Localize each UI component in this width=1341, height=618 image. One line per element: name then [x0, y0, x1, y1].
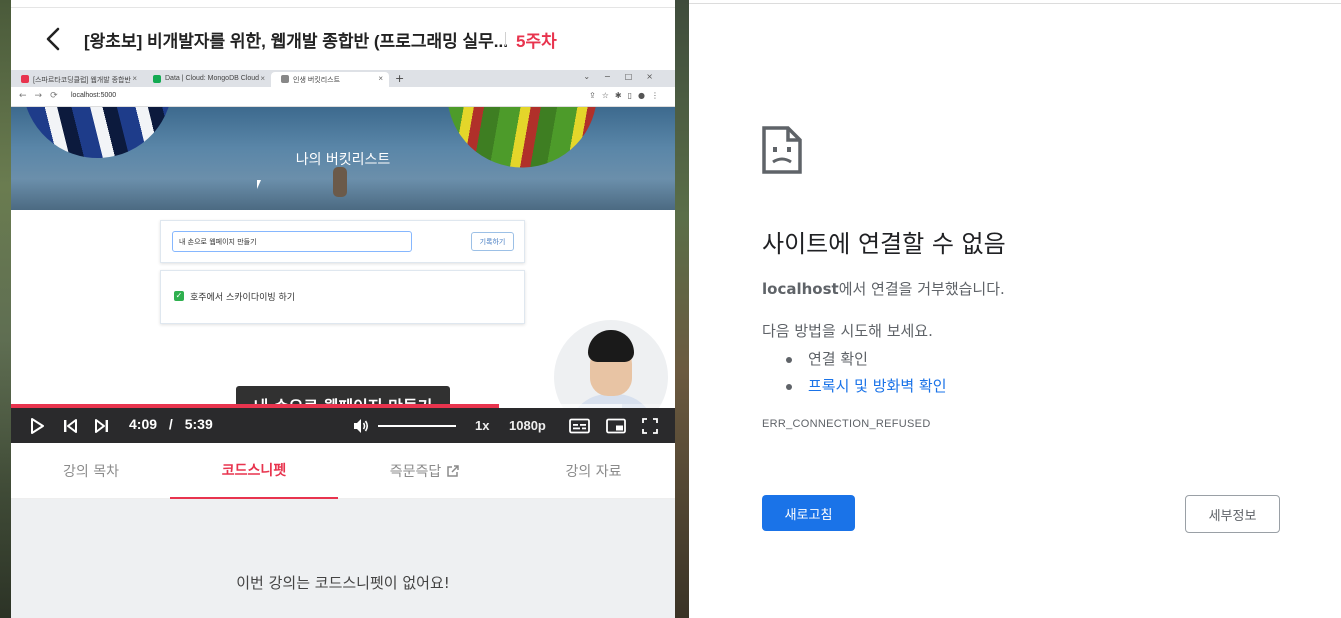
video-browser-tab-label: 인생 버킷리스트: [293, 77, 341, 84]
error-try-label: 다음 방법을 시도해 보세요.: [762, 322, 933, 340]
picture-in-picture-button[interactable]: [604, 408, 628, 443]
captions-icon: [568, 418, 590, 433]
tab-materials[interactable]: 강의 자료: [512, 443, 675, 499]
code-snippet-panel: 이번 강의는 코드스니펫이 없어요!: [11, 499, 675, 618]
error-suggestions: 연결 확인 프록시 및 방화벽 확인: [786, 346, 947, 400]
favicon-icon: [281, 75, 289, 83]
volume-icon: [354, 418, 369, 433]
lecture-header: [왕초보] 비개발자를 위한, 웹개발 종합반 (프로그래밍 실무... 5주차: [11, 8, 675, 70]
previous-button[interactable]: [59, 408, 81, 443]
volume-slider[interactable]: [378, 425, 456, 427]
video-browser-tab-label: Data | Cloud: MongoDB Cloud: [165, 75, 260, 82]
video-player[interactable]: [스파르타코딩클럽] 웹개발 종합반 × Data | Cloud: Mongo…: [11, 70, 675, 443]
back-button[interactable]: [41, 26, 67, 52]
volume-slider-fill: [378, 425, 456, 427]
playback-speed-button[interactable]: 1x: [475, 418, 489, 433]
video-browser-url: localhost:5000: [71, 92, 117, 99]
webcam-hair: [588, 330, 634, 362]
bucketlist-item: 호주에서 스카이다이빙 하기: [190, 293, 296, 303]
lecture-top-bar: [11, 0, 675, 8]
checkbox-checked-icon: ✓: [174, 291, 184, 301]
tab-table-of-contents[interactable]: 강의 목차: [11, 443, 171, 499]
skydiver-figure: [333, 167, 347, 197]
details-button[interactable]: 세부정보: [1185, 495, 1280, 533]
bucketlist-hero-title: 나의 버킷리스트: [295, 152, 391, 168]
error-host: localhost: [762, 280, 839, 298]
video-controls: 4:09 / 5:39 1x 1080p: [11, 408, 675, 443]
browser-toolbar-icons: ⇪☆✱▯●⋮: [589, 91, 665, 100]
tab-code-snippets[interactable]: 코드스니펫: [170, 443, 338, 499]
mute-button[interactable]: [350, 408, 372, 443]
lecture-tabs: 강의 목차 코드스니펫 즉문즉답 강의 자료: [11, 443, 675, 499]
new-tab-icon: +: [395, 72, 405, 85]
mouse-cursor-icon: [257, 180, 261, 189]
window-controls-icon: ⌄−□×: [583, 72, 667, 81]
tab-label: 강의 자료: [565, 464, 622, 480]
current-time: 4:09: [129, 416, 158, 432]
error-code: ERR_CONNECTION_REFUSED: [762, 418, 931, 430]
quality-button[interactable]: 1080p: [509, 418, 546, 433]
video-browser-tabstrip: [스파르타코딩클럽] 웹개발 종합반 × Data | Cloud: Mongo…: [11, 70, 675, 87]
bucketlist-list-card: ✓ 호주에서 스카이다이빙 하기: [160, 270, 525, 324]
tab-qna[interactable]: 즉문즉답: [338, 443, 512, 499]
lecture-panel: [왕초보] 비개발자를 위한, 웹개발 종합반 (프로그래밍 실무... 5주차…: [11, 0, 675, 618]
close-icon: ×: [260, 74, 265, 83]
play-button[interactable]: [25, 408, 49, 443]
chevron-left-icon: [46, 27, 60, 51]
tab-label: 즉문즉답: [389, 464, 442, 480]
reload-button[interactable]: 새로고침: [762, 495, 855, 531]
fullscreen-button[interactable]: [638, 408, 662, 443]
skip-back-icon: [64, 418, 77, 433]
connection-error-page: 사이트에 연결할 수 없음 localhost에서 연결을 거부했습니다. 다음…: [689, 0, 1341, 618]
desktop-wallpaper-left: [0, 0, 11, 618]
bucketlist-input-card: 내 손으로 웹페이지 만들기 기록하기: [160, 220, 525, 263]
error-title: 사이트에 연결할 수 없음: [762, 230, 1006, 258]
tab-label: 코드스니펫: [221, 463, 287, 479]
suggestion-check-connection: 연결 확인: [786, 346, 947, 373]
lecture-title: [왕초보] 비개발자를 위한, 웹개발 종합반 (프로그래밍 실무...: [84, 32, 508, 51]
fullscreen-icon: [642, 417, 658, 434]
close-icon: ×: [132, 74, 137, 83]
picture-in-picture-icon: [606, 418, 626, 433]
desktop-wallpaper-middle: [675, 0, 689, 618]
error-page-top-border: [689, 0, 1341, 4]
video-browser-tab-active: 인생 버킷리스트 ×: [271, 72, 389, 87]
captions-button[interactable]: [567, 408, 591, 443]
duration: 5:39: [184, 416, 213, 432]
video-browser-tab: Data | Cloud: MongoDB Cloud ×: [143, 72, 271, 87]
play-icon: [31, 417, 44, 434]
tab-label: 강의 목차: [63, 464, 119, 480]
next-button[interactable]: [91, 408, 113, 443]
close-icon: ×: [378, 74, 383, 83]
video-time-display: 4:09 / 5:39: [129, 416, 213, 432]
nav-arrows-icon: ←→⟳: [19, 91, 66, 101]
sad-page-icon: [762, 126, 802, 178]
error-description-text: 에서 연결을 거부했습니다.: [838, 280, 1005, 298]
favicon-icon: [21, 75, 29, 83]
empty-snippet-message: 이번 강의는 코드스니펫이 없어요!: [236, 574, 450, 592]
skip-forward-icon: [95, 418, 108, 433]
video-browser-addressbar: ←→⟳ localhost:5000 ⇪☆✱▯●⋮: [11, 87, 675, 107]
video-browser-tab: [스파르타코딩클럽] 웹개발 종합반 ×: [11, 72, 143, 87]
external-link-icon: [447, 465, 460, 477]
video-browser-tab-label: [스파르타코딩클럽] 웹개발 종합반: [33, 77, 131, 84]
favicon-icon: [153, 75, 161, 83]
time-separator: /: [168, 416, 173, 432]
week-label: 5주차: [516, 32, 557, 51]
bucketlist-hero-banner: 나의 버킷리스트: [11, 107, 675, 210]
bucketlist-save-button: 기록하기: [471, 232, 514, 251]
bucketlist-input: 내 손으로 웹페이지 만들기: [172, 231, 412, 252]
error-description: localhost에서 연결을 거부했습니다.: [762, 278, 1005, 299]
suggestion-check-proxy-firewall-link[interactable]: 프록시 및 방화벽 확인: [786, 373, 947, 400]
title-divider: [505, 32, 506, 46]
